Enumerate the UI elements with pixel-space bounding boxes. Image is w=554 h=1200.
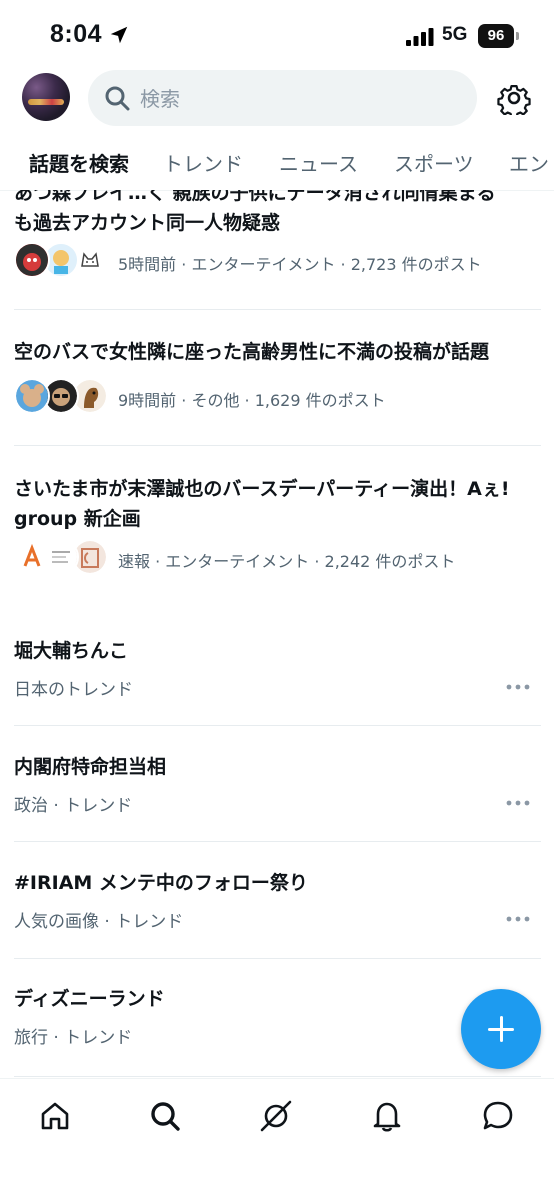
- trend-subtitle: 政治 · トレンド: [14, 796, 133, 816]
- trend-title: 堀大輔ちんこ: [14, 640, 129, 662]
- cellular-signal-icon: [406, 28, 434, 46]
- news-meta: 5時間前 · エンターテイメント · 2,723 件のポスト: [118, 255, 482, 274]
- battery-indicator: 96: [478, 24, 514, 48]
- bottom-navigation: [0, 1078, 554, 1200]
- news-item[interactable]: さいたま市が末澤誠也のバースデーパーティー演出！Aぇ! group 新企画 速報…: [0, 446, 554, 604]
- grok-icon[interactable]: [259, 1099, 293, 1133]
- search-input[interactable]: [138, 80, 462, 118]
- tab-explore[interactable]: 話題を検索: [29, 148, 129, 177]
- search-icon: [105, 86, 130, 111]
- explore-tabs: 話題を検索 トレンド ニュース スポーツ エン: [0, 128, 554, 191]
- trend-subtitle: 旅行 · トレンド: [14, 1028, 133, 1048]
- search-bar[interactable]: [88, 70, 477, 126]
- tab-entertainment[interactable]: エン: [509, 148, 549, 177]
- trend-title: #IRIAM メンテ中のフォロー祭り: [14, 872, 308, 894]
- tab-trending[interactable]: トレンド: [163, 148, 243, 177]
- explore-feed: あつ森プレイ…く 親族の子供にデータ消され同情集まる も過去アカウント同一人物疑…: [0, 190, 554, 1078]
- tab-news[interactable]: ニュース: [279, 148, 358, 177]
- news-avatar: [14, 242, 50, 278]
- status-time: 8:04: [50, 20, 103, 48]
- news-avatar: [14, 539, 50, 575]
- news-item[interactable]: あつ森プレイ…く 親族の子供にデータ消され同情集まる も過去アカウント同一人物疑…: [0, 190, 554, 310]
- settings-gear-icon[interactable]: [497, 81, 531, 115]
- messages-icon[interactable]: [481, 1099, 515, 1133]
- news-title: 空のバスで女性隣に座った高齢男性に不満の投稿が話題: [14, 341, 490, 363]
- trend-item[interactable]: #IRIAM メンテ中のフォロー祭り 人気の画像 · トレンド: [0, 842, 554, 959]
- news-title: さいたま市が末澤誠也のバースデーパーティー演出！Aぇ! group 新企画: [14, 478, 510, 530]
- trend-title: 内閣府特命担当相: [14, 756, 167, 778]
- news-title: あつ森プレイ…く 親族の子供にデータ消され同情集まる も過去アカウント同一人物疑…: [14, 190, 544, 238]
- news-item[interactable]: 空のバスで女性隣に座った高齢男性に不満の投稿が話題 9時間前 · その他 · 1…: [0, 310, 554, 446]
- more-options-icon[interactable]: [505, 915, 531, 923]
- divider: [14, 1076, 541, 1077]
- news-title-line: も過去アカウント同一人物疑惑: [14, 212, 281, 234]
- news-title-line-cut: あつ森プレイ…く 親族の子供にデータ消され同情集まる: [14, 190, 496, 204]
- news-meta: 9時間前 · その他 · 1,629 件のポスト: [118, 391, 386, 410]
- location-arrow-icon: [110, 26, 128, 44]
- news-meta: 速報 · エンターテイメント · 2,242 件のポスト: [118, 552, 456, 571]
- trend-item[interactable]: 内閣府特命担当相 政治 · トレンド: [0, 726, 554, 842]
- trend-subtitle: 人気の画像 · トレンド: [14, 912, 184, 932]
- more-options-icon[interactable]: [505, 683, 531, 691]
- network-type: 5G: [442, 24, 468, 45]
- tab-sports[interactable]: スポーツ: [394, 148, 474, 177]
- bell-icon[interactable]: [370, 1099, 404, 1133]
- more-options-icon[interactable]: [505, 799, 531, 807]
- trend-subtitle: 日本のトレンド: [14, 680, 133, 700]
- news-avatar: [14, 378, 50, 414]
- profile-avatar[interactable]: [22, 73, 70, 121]
- status-bar: 8:04 5G 96: [0, 0, 554, 70]
- trend-item[interactable]: 堀大輔ちんこ 日本のトレンド: [0, 604, 554, 726]
- home-icon[interactable]: [38, 1099, 72, 1133]
- trend-title: ディズニーランド: [14, 988, 165, 1010]
- search-icon[interactable]: [148, 1099, 182, 1133]
- battery-tip: [516, 32, 519, 40]
- compose-post-button[interactable]: [461, 989, 541, 1069]
